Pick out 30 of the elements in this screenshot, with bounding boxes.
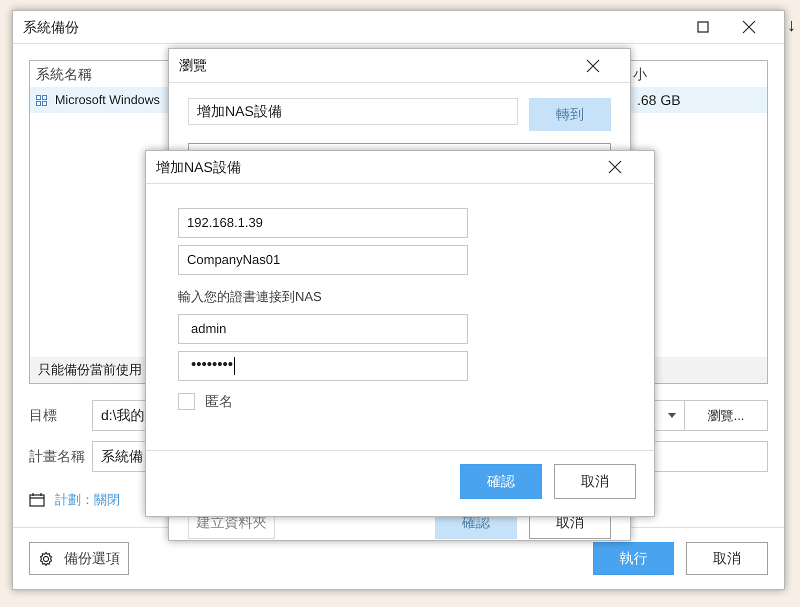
- browse-button[interactable]: 瀏覽...: [685, 400, 768, 431]
- anonymous-checkbox[interactable]: [178, 392, 195, 410]
- password-field[interactable]: ••••••••: [178, 350, 468, 380]
- system-name: Microsoft Windows: [55, 92, 160, 109]
- backup-options-button[interactable]: 備份選項: [29, 542, 129, 575]
- system-size: .68 GB: [637, 90, 682, 110]
- settings-icon: [38, 550, 54, 566]
- arrow-icon: ↓: [787, 16, 796, 34]
- credentials-label: 輸入您的證書連接到NAS: [178, 288, 323, 306]
- maximize-icon[interactable]: [697, 21, 709, 33]
- anonymous-label: 匿名: [205, 392, 233, 410]
- plan-name-label: 計畫名稱: [29, 447, 86, 466]
- caret-icon: [668, 413, 676, 418]
- calendar-icon: [29, 493, 45, 507]
- cancel-button[interactable]: 取消: [554, 464, 636, 499]
- window-title: 系統備份: [23, 18, 80, 36]
- close-icon[interactable]: [586, 58, 600, 72]
- close-icon[interactable]: [608, 160, 622, 174]
- username-field[interactable]: admin: [178, 314, 468, 344]
- cancel-button[interactable]: 取消: [686, 542, 768, 575]
- path-field[interactable]: 增加NAS設備: [188, 98, 518, 125]
- dialog-title: 增加NAS設備: [156, 158, 242, 176]
- device-name-field[interactable]: CompanyNas01: [178, 245, 468, 275]
- target-label: 目標: [29, 406, 58, 425]
- address-field[interactable]: 192.168.1.39: [178, 208, 468, 238]
- column-header: 小: [633, 64, 648, 84]
- dialog-title: 瀏覽: [179, 56, 208, 75]
- close-icon[interactable]: [742, 20, 756, 34]
- windows-icon: [36, 94, 47, 106]
- column-header: 系統名稱: [36, 64, 92, 84]
